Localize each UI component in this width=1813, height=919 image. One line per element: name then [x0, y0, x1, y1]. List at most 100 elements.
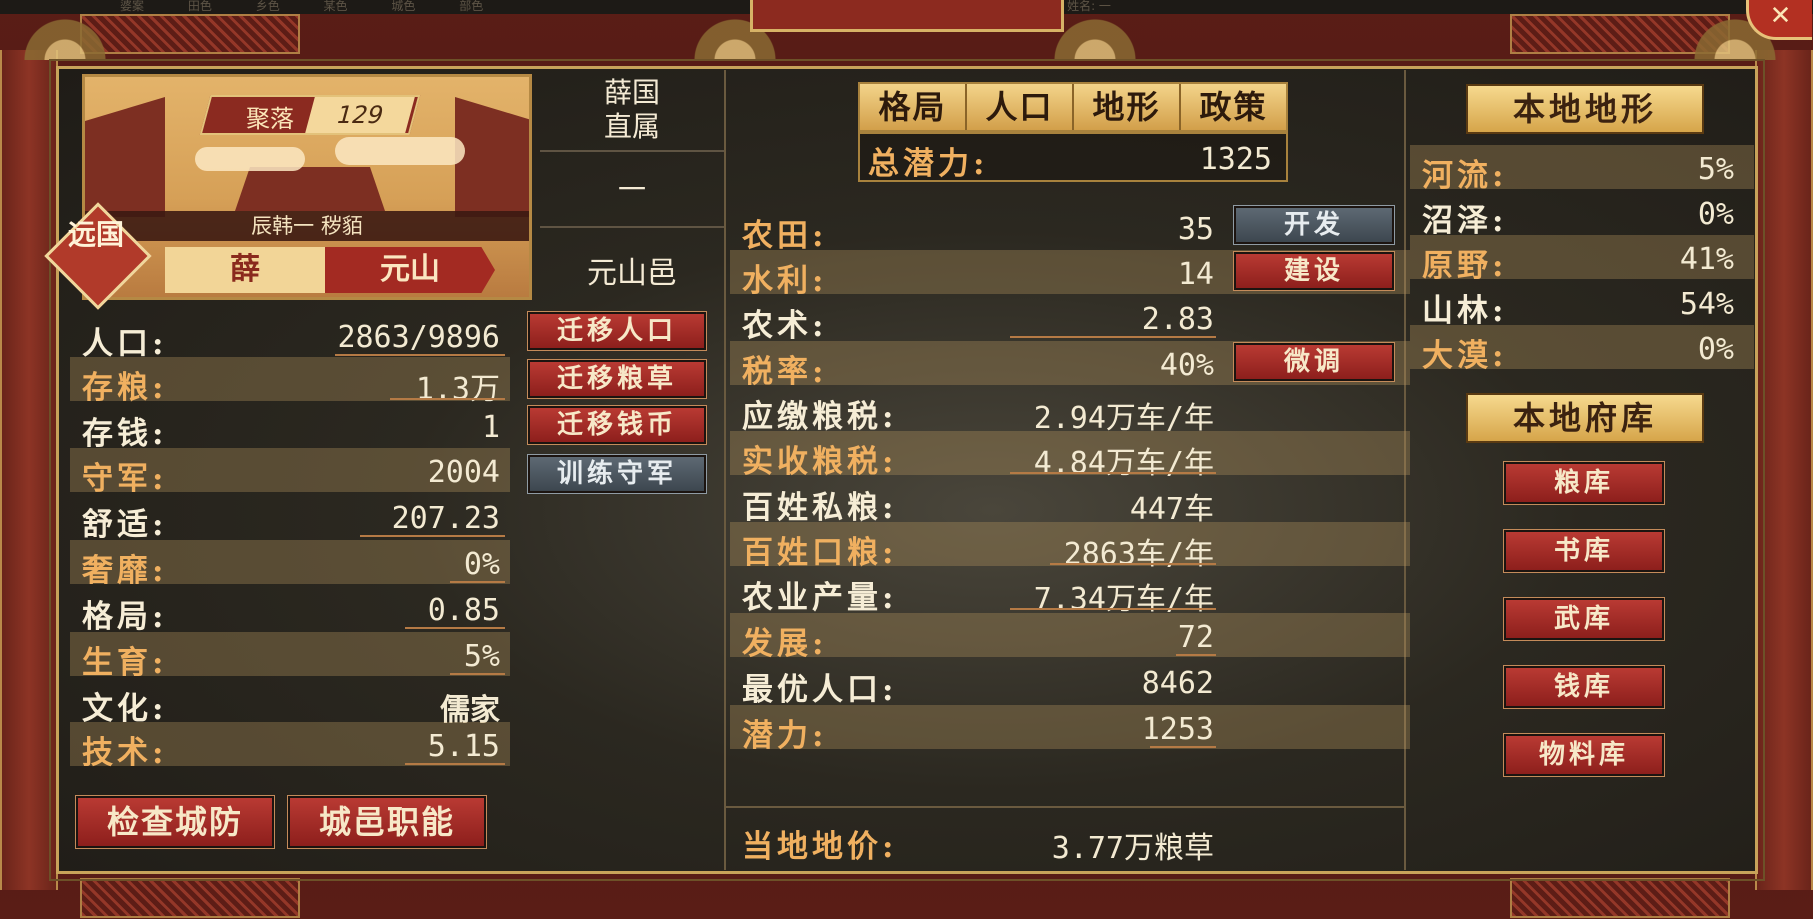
- terrain-label: 原野:: [1422, 248, 1508, 284]
- stat-label: 生育:: [82, 645, 168, 681]
- filter-item[interactable]: 婆案: [120, 0, 144, 13]
- tab-layout[interactable]: 格局: [860, 84, 967, 130]
- underline: [390, 398, 505, 400]
- window-title-plaque: [750, 0, 1064, 32]
- stat-row: 百姓口粮: 2863车/年: [730, 522, 1410, 572]
- terrain-value: 0%: [1697, 332, 1734, 367]
- stat-label: 应缴粮税:: [742, 399, 898, 435]
- stat-value: 4.84万车/年: [1033, 446, 1214, 481]
- filter-item[interactable]: 田色: [188, 0, 212, 13]
- underline: [1050, 563, 1216, 565]
- materials-button[interactable]: 物料库: [1503, 733, 1665, 777]
- stat-label: 舒适:: [82, 507, 168, 543]
- building-center-icon: [235, 167, 385, 211]
- tab-population[interactable]: 人口: [967, 84, 1074, 130]
- build-button[interactable]: 建设: [1233, 251, 1395, 291]
- terrain-value: 0%: [1697, 197, 1734, 232]
- stat-row: 守军: 2004: [70, 448, 510, 497]
- tab-policy[interactable]: 政策: [1181, 84, 1286, 130]
- stat-value: 2.83: [1141, 302, 1214, 337]
- underline: [405, 763, 505, 765]
- underline: [335, 354, 505, 356]
- stat-value: 8462: [1141, 666, 1214, 701]
- underline: [450, 581, 505, 583]
- library-button[interactable]: 书库: [1503, 529, 1665, 573]
- stat-label: 税率:: [742, 354, 828, 390]
- affiliation-line: 直属: [603, 110, 660, 143]
- stat-label: 实收粮税:: [742, 444, 898, 480]
- terrain-row: 原野: 41%: [1410, 235, 1754, 284]
- total-potential-value: 1325: [1199, 142, 1272, 177]
- terrain-label: 沼泽:: [1422, 203, 1508, 239]
- train-garrison-button[interactable]: 训练守军: [527, 454, 707, 494]
- armory-button[interactable]: 武库: [1503, 597, 1665, 641]
- building-left-icon: [85, 97, 165, 217]
- lattice-decor: [1510, 878, 1730, 918]
- migrate-grain-button[interactable]: 迁移粮草: [527, 359, 707, 399]
- migrate-population-button[interactable]: 迁移人口: [527, 311, 707, 351]
- filter-item[interactable]: 某色: [324, 0, 348, 13]
- stat-label: 最优人口:: [742, 672, 898, 708]
- stat-label: 发展:: [742, 626, 828, 662]
- stat-value: 2863/9896: [337, 320, 500, 355]
- lattice-decor: [80, 878, 300, 918]
- stat-value: 40%: [1159, 348, 1214, 383]
- sub-affiliation: 一: [617, 173, 646, 206]
- stat-label: 守军:: [82, 461, 168, 497]
- stat-label: 奢靡:: [82, 553, 168, 589]
- filter-item[interactable]: 部色: [459, 0, 483, 13]
- underline: [1176, 654, 1216, 656]
- stat-value: 14: [1177, 257, 1214, 292]
- filter-item[interactable]: 城色: [391, 0, 415, 13]
- stat-row: 百姓私粮: 447车: [730, 477, 1220, 527]
- stat-label: 农术:: [742, 308, 828, 344]
- underline: [1010, 608, 1216, 610]
- terrain-row: 山林: 54%: [1410, 280, 1754, 329]
- granary-button[interactable]: 粮库: [1503, 461, 1665, 505]
- stat-label: 百姓口粮:: [742, 535, 898, 571]
- stat-value: 5%: [463, 639, 500, 674]
- divider: [540, 226, 724, 228]
- terrain-value: 5%: [1697, 152, 1734, 187]
- migrate-money-button[interactable]: 迁移钱币: [527, 405, 707, 445]
- window-frame: 婆案 田色 乡色 某色 城色 部色 姓名: 一 ✕ 聚落 129 辰韩一 秽貊 …: [0, 0, 1813, 919]
- cloud-decor: [335, 137, 465, 165]
- state-name: 薛: [165, 247, 325, 293]
- adjust-button[interactable]: 微调: [1233, 342, 1395, 382]
- divider: [726, 806, 1404, 808]
- underline: [360, 535, 505, 537]
- underline: [450, 673, 505, 675]
- underline: [1150, 746, 1216, 748]
- stat-row: 技术: 5.15: [70, 722, 510, 771]
- develop-button[interactable]: 开发: [1233, 205, 1395, 245]
- stat-row: 应缴粮税: 2.94万车/年: [730, 386, 1220, 436]
- stat-value: 207.23: [391, 501, 500, 536]
- stat-row: 最优人口: 8462: [730, 659, 1220, 708]
- city-name: 元山: [325, 247, 495, 293]
- affiliation: 薛国 直属: [540, 76, 724, 144]
- filter-item[interactable]: 乡色: [256, 0, 280, 13]
- inspect-defense-button[interactable]: 检查城防: [75, 795, 275, 849]
- underline: [405, 627, 505, 629]
- land-price-label: 当地地价:: [742, 829, 898, 865]
- city-function-button[interactable]: 城邑职能: [287, 795, 487, 849]
- terrain-row: 大漠: 0%: [1410, 325, 1754, 374]
- stat-label: 存粮:: [82, 370, 168, 406]
- far-state-badge-text: 远国: [67, 218, 124, 251]
- close-icon: ✕: [1769, 1, 1792, 31]
- stat-value: 2004: [427, 455, 500, 490]
- treasury-button[interactable]: 钱库: [1503, 665, 1665, 709]
- tab-bar: 格局 人口 地形 政策: [858, 82, 1288, 132]
- stat-value: 0%: [463, 547, 500, 582]
- town-name: 元山邑: [587, 256, 677, 291]
- cloud-decor: [195, 147, 305, 171]
- stat-row: 潜力: 1253: [730, 705, 1410, 754]
- settlement-label: 聚落: [246, 105, 294, 133]
- ruler-text: 辰韩一 秽貊: [85, 211, 529, 241]
- terrain-label: 河流:: [1422, 158, 1508, 194]
- pillar-left: [0, 50, 58, 890]
- terrain-value: 41%: [1679, 242, 1734, 277]
- stat-label: 潜力:: [742, 718, 828, 754]
- stat-value: 35: [1177, 212, 1214, 247]
- tab-terrain[interactable]: 地形: [1074, 84, 1181, 130]
